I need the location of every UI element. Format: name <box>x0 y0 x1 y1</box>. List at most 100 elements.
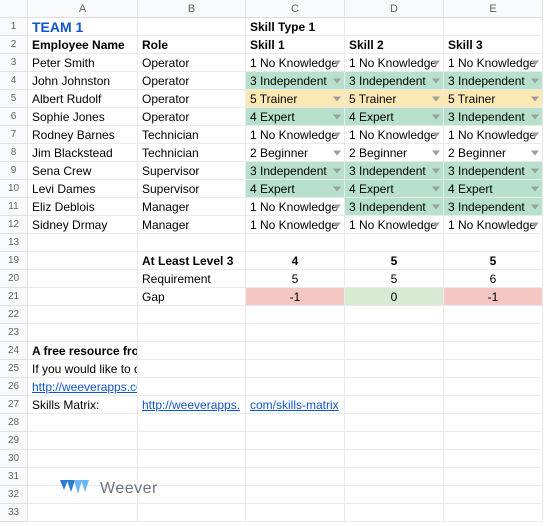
chevron-down-icon[interactable] <box>432 204 440 209</box>
chevron-down-icon[interactable] <box>531 168 539 173</box>
chevron-down-icon[interactable] <box>531 132 539 137</box>
skill-dropdown[interactable]: 1 No Knowledge <box>444 216 543 234</box>
skill-dropdown[interactable]: 1 No Knowledge <box>246 198 345 216</box>
chevron-down-icon[interactable] <box>333 60 341 65</box>
skill-dropdown[interactable]: 4 Expert <box>444 180 543 198</box>
chevron-down-icon[interactable] <box>432 132 440 137</box>
chevron-down-icon[interactable] <box>432 150 440 155</box>
chevron-down-icon[interactable] <box>432 60 440 65</box>
col-header-A[interactable]: A <box>28 0 138 18</box>
chevron-down-icon[interactable] <box>432 96 440 101</box>
skill-dropdown[interactable]: 4 Expert <box>246 108 345 126</box>
row-header-19[interactable]: 19 <box>0 252 28 270</box>
chevron-down-icon[interactable] <box>333 222 341 227</box>
chevron-down-icon[interactable] <box>333 78 341 83</box>
skill-dropdown[interactable]: 4 Expert <box>345 180 444 198</box>
row-header-8[interactable]: 8 <box>0 144 28 162</box>
row-header-20[interactable]: 20 <box>0 270 28 288</box>
chevron-down-icon[interactable] <box>432 222 440 227</box>
skill-dropdown[interactable]: 5 Trainer <box>246 90 345 108</box>
row-header-10[interactable]: 10 <box>0 180 28 198</box>
skill-dropdown[interactable]: 4 Expert <box>246 180 345 198</box>
chevron-down-icon[interactable] <box>531 150 539 155</box>
skill-dropdown[interactable]: 1 No Knowledge <box>444 126 543 144</box>
row-header-24[interactable]: 24 <box>0 342 28 360</box>
row-header-13[interactable]: 13 <box>0 234 28 252</box>
row-header-29[interactable]: 29 <box>0 432 28 450</box>
chevron-down-icon[interactable] <box>432 168 440 173</box>
chevron-down-icon[interactable] <box>432 186 440 191</box>
row-header-23[interactable]: 23 <box>0 324 28 342</box>
skill-dropdown[interactable]: 3 Independent <box>444 162 543 180</box>
cell <box>246 432 345 450</box>
chevron-down-icon[interactable] <box>333 150 341 155</box>
skill-dropdown[interactable]: 1 No Knowledge <box>345 54 444 72</box>
skill-dropdown[interactable]: 3 Independent <box>246 162 345 180</box>
col-header-B[interactable]: B <box>138 0 246 18</box>
link-cell[interactable]: http://weeverapps. <box>138 396 246 414</box>
chevron-down-icon[interactable] <box>531 114 539 119</box>
row-header-27[interactable]: 27 <box>0 396 28 414</box>
skills-matrix-link-a[interactable]: http://weeverapps. <box>142 398 240 412</box>
col-header-D[interactable]: D <box>345 0 444 18</box>
row-header-3[interactable]: 3 <box>0 54 28 72</box>
col-header-C[interactable]: C <box>246 0 345 18</box>
chevron-down-icon[interactable] <box>531 96 539 101</box>
skill-dropdown[interactable]: 1 No Knowledge <box>246 216 345 234</box>
row-header-12[interactable]: 12 <box>0 216 28 234</box>
row-header-28[interactable]: 28 <box>0 414 28 432</box>
chevron-down-icon[interactable] <box>333 96 341 101</box>
row-header-25[interactable]: 25 <box>0 360 28 378</box>
row-header-32[interactable]: 32 <box>0 486 28 504</box>
chevron-down-icon[interactable] <box>333 132 341 137</box>
chevron-down-icon[interactable] <box>531 186 539 191</box>
skill-dropdown[interactable]: 3 Independent <box>345 162 444 180</box>
row-header-7[interactable]: 7 <box>0 126 28 144</box>
skill-dropdown[interactable]: 1 No Knowledge <box>444 54 543 72</box>
row-header-21[interactable]: 21 <box>0 288 28 306</box>
skill-dropdown[interactable]: 1 No Knowledge <box>246 126 345 144</box>
skill-dropdown[interactable]: 3 Independent <box>246 72 345 90</box>
row-header-26[interactable]: 26 <box>0 378 28 396</box>
skill-dropdown[interactable]: 2 Beginner <box>444 144 543 162</box>
skill-dropdown[interactable]: 3 Independent <box>345 198 444 216</box>
chevron-down-icon[interactable] <box>531 60 539 65</box>
row-header-30[interactable]: 30 <box>0 450 28 468</box>
skill-dropdown[interactable]: 3 Independent <box>444 72 543 90</box>
row-header-33[interactable]: 33 <box>0 504 28 522</box>
row-header-22[interactable]: 22 <box>0 306 28 324</box>
skill-dropdown[interactable]: 3 Independent <box>444 108 543 126</box>
row-header-2[interactable]: 2 <box>0 36 28 54</box>
skill-dropdown[interactable]: 4 Expert <box>345 108 444 126</box>
skill-dropdown[interactable]: 1 No Knowledge <box>345 216 444 234</box>
skill-dropdown[interactable]: 3 Independent <box>345 72 444 90</box>
chevron-down-icon[interactable] <box>432 78 440 83</box>
skill-dropdown[interactable]: 3 Independent <box>444 198 543 216</box>
chevron-down-icon[interactable] <box>333 168 341 173</box>
link-cell[interactable]: com/skills-matrix <box>246 396 345 414</box>
skills-matrix-link-b[interactable]: com/skills-matrix <box>250 398 339 412</box>
skill-dropdown[interactable]: 5 Trainer <box>444 90 543 108</box>
chevron-down-icon[interactable] <box>333 186 341 191</box>
chevron-down-icon[interactable] <box>333 114 341 119</box>
skill-dropdown[interactable]: 5 Trainer <box>345 90 444 108</box>
chevron-down-icon[interactable] <box>432 114 440 119</box>
col-header-E[interactable]: E <box>444 0 543 18</box>
row-header-4[interactable]: 4 <box>0 72 28 90</box>
skill-dropdown[interactable]: 2 Beginner <box>246 144 345 162</box>
chevron-down-icon[interactable] <box>531 204 539 209</box>
row-header-1[interactable]: 1 <box>0 18 28 36</box>
row-header-11[interactable]: 11 <box>0 198 28 216</box>
skill-dropdown[interactable]: 1 No Knowledge <box>345 126 444 144</box>
link-cell[interactable]: http://weeverapps.com <box>28 378 138 396</box>
chevron-down-icon[interactable] <box>333 204 341 209</box>
skill-dropdown[interactable]: 1 No Knowledge <box>246 54 345 72</box>
chevron-down-icon[interactable] <box>531 222 539 227</box>
row-header-31[interactable]: 31 <box>0 468 28 486</box>
skill-dropdown[interactable]: 2 Beginner <box>345 144 444 162</box>
row-header-6[interactable]: 6 <box>0 108 28 126</box>
row-header-5[interactable]: 5 <box>0 90 28 108</box>
chevron-down-icon[interactable] <box>531 78 539 83</box>
row-header-9[interactable]: 9 <box>0 162 28 180</box>
weever-link[interactable]: http://weeverapps.com <box>32 378 138 395</box>
